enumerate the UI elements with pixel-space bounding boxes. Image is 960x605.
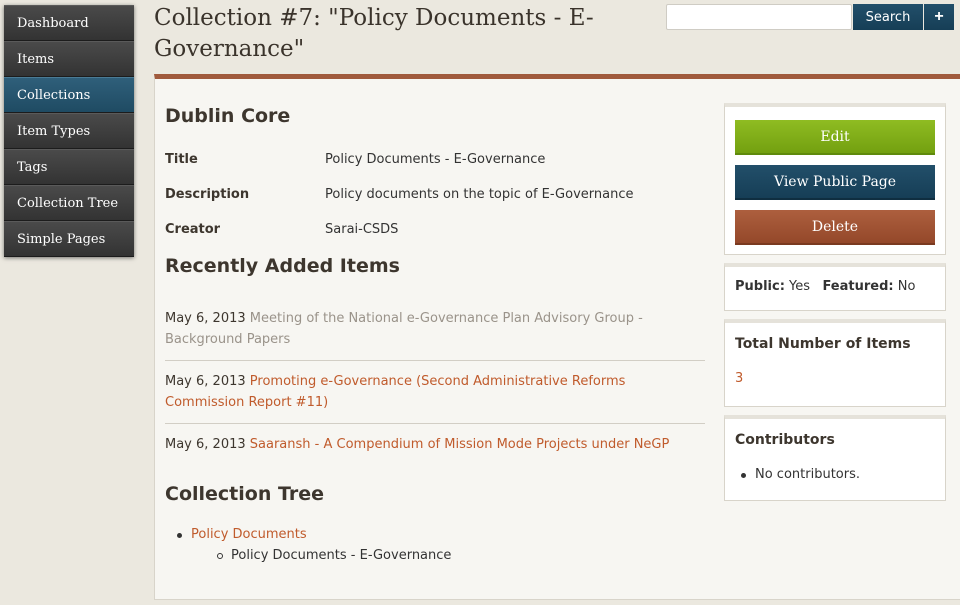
recent-item-link[interactable]: Saaransh - A Compendium of Mission Mode … <box>250 437 670 452</box>
dc-label: Creator <box>165 222 221 237</box>
contributors-panel: Contributors No contributors. <box>724 415 946 501</box>
total-items-panel: Total Number of Items 3 <box>724 319 946 407</box>
recent-items-heading: Recently Added Items <box>165 255 400 277</box>
search-button[interactable]: Search <box>853 4 923 30</box>
divider <box>165 423 705 424</box>
no-contributors-text: No contributors. <box>755 467 860 482</box>
recent-item: May 6, 2013 Saaransh - A Compendium of M… <box>165 434 705 455</box>
tree-item-parent: Policy Documents <box>177 527 307 542</box>
public-value: Yes <box>789 279 811 294</box>
dublin-core-heading: Dublin Core <box>165 105 291 127</box>
nav-item-items[interactable]: Items <box>4 41 134 77</box>
dc-value: Policy documents on the topic of E-Gover… <box>325 187 634 202</box>
dc-value: Sarai-CSDS <box>325 222 399 237</box>
nav-item-collection-tree[interactable]: Collection Tree <box>4 185 134 221</box>
status-line: Public: Yes Featured: No <box>735 279 915 294</box>
recent-item-date: May 6, 2013 <box>165 374 246 389</box>
contributor-item: No contributors. <box>741 467 860 482</box>
contributors-heading: Contributors <box>735 432 835 448</box>
dc-label: Title <box>165 152 198 167</box>
view-public-page-button[interactable]: View Public Page <box>735 165 935 200</box>
total-items-link[interactable]: 3 <box>735 371 743 386</box>
recent-item: May 6, 2013 Promoting e-Governance (Seco… <box>165 371 705 413</box>
bullet-circle-icon <box>217 553 223 559</box>
total-items-heading: Total Number of Items <box>735 336 911 352</box>
bullet-icon <box>177 533 182 538</box>
tree-current-label: Policy Documents - E-Governance <box>231 548 452 563</box>
featured-value: No <box>897 279 916 294</box>
delete-button[interactable]: Delete <box>735 210 935 245</box>
page-title: Collection #7: "Policy Documents - E-Gov… <box>154 5 594 62</box>
dc-label: Description <box>165 187 250 202</box>
nav-item-item-types[interactable]: Item Types <box>4 113 134 149</box>
public-label: Public: <box>735 279 785 294</box>
edit-button[interactable]: Edit <box>735 120 935 155</box>
recent-item: May 6, 2013 Meeting of the National e-Go… <box>165 308 705 350</box>
search-bar: Search + <box>666 4 954 30</box>
nav-item-simple-pages[interactable]: Simple Pages <box>4 221 134 257</box>
dc-value: Policy Documents - E-Governance <box>325 152 546 167</box>
featured-label: Featured: <box>822 279 894 294</box>
tree-item-current: Policy Documents - E-Governance <box>217 548 452 563</box>
nav-item-dashboard[interactable]: Dashboard <box>4 5 134 41</box>
status-panel: Public: Yes Featured: No <box>724 263 946 311</box>
nav-item-tags[interactable]: Tags <box>4 149 134 185</box>
collection-tree-heading: Collection Tree <box>165 483 324 505</box>
divider <box>165 360 705 361</box>
content-panel: Dublin Core Title Policy Documents - E-G… <box>154 74 960 600</box>
recent-item-date: May 6, 2013 <box>165 311 246 326</box>
actions-panel: Edit View Public Page Delete <box>724 103 946 255</box>
tree-link-parent[interactable]: Policy Documents <box>191 527 307 542</box>
search-input[interactable] <box>666 4 852 30</box>
bullet-icon <box>741 473 746 478</box>
advanced-search-button[interactable]: + <box>924 4 954 30</box>
recent-item-date: May 6, 2013 <box>165 437 246 452</box>
nav-item-collections[interactable]: Collections <box>4 77 134 113</box>
admin-nav: Dashboard Items Collections Item Types T… <box>4 5 134 257</box>
